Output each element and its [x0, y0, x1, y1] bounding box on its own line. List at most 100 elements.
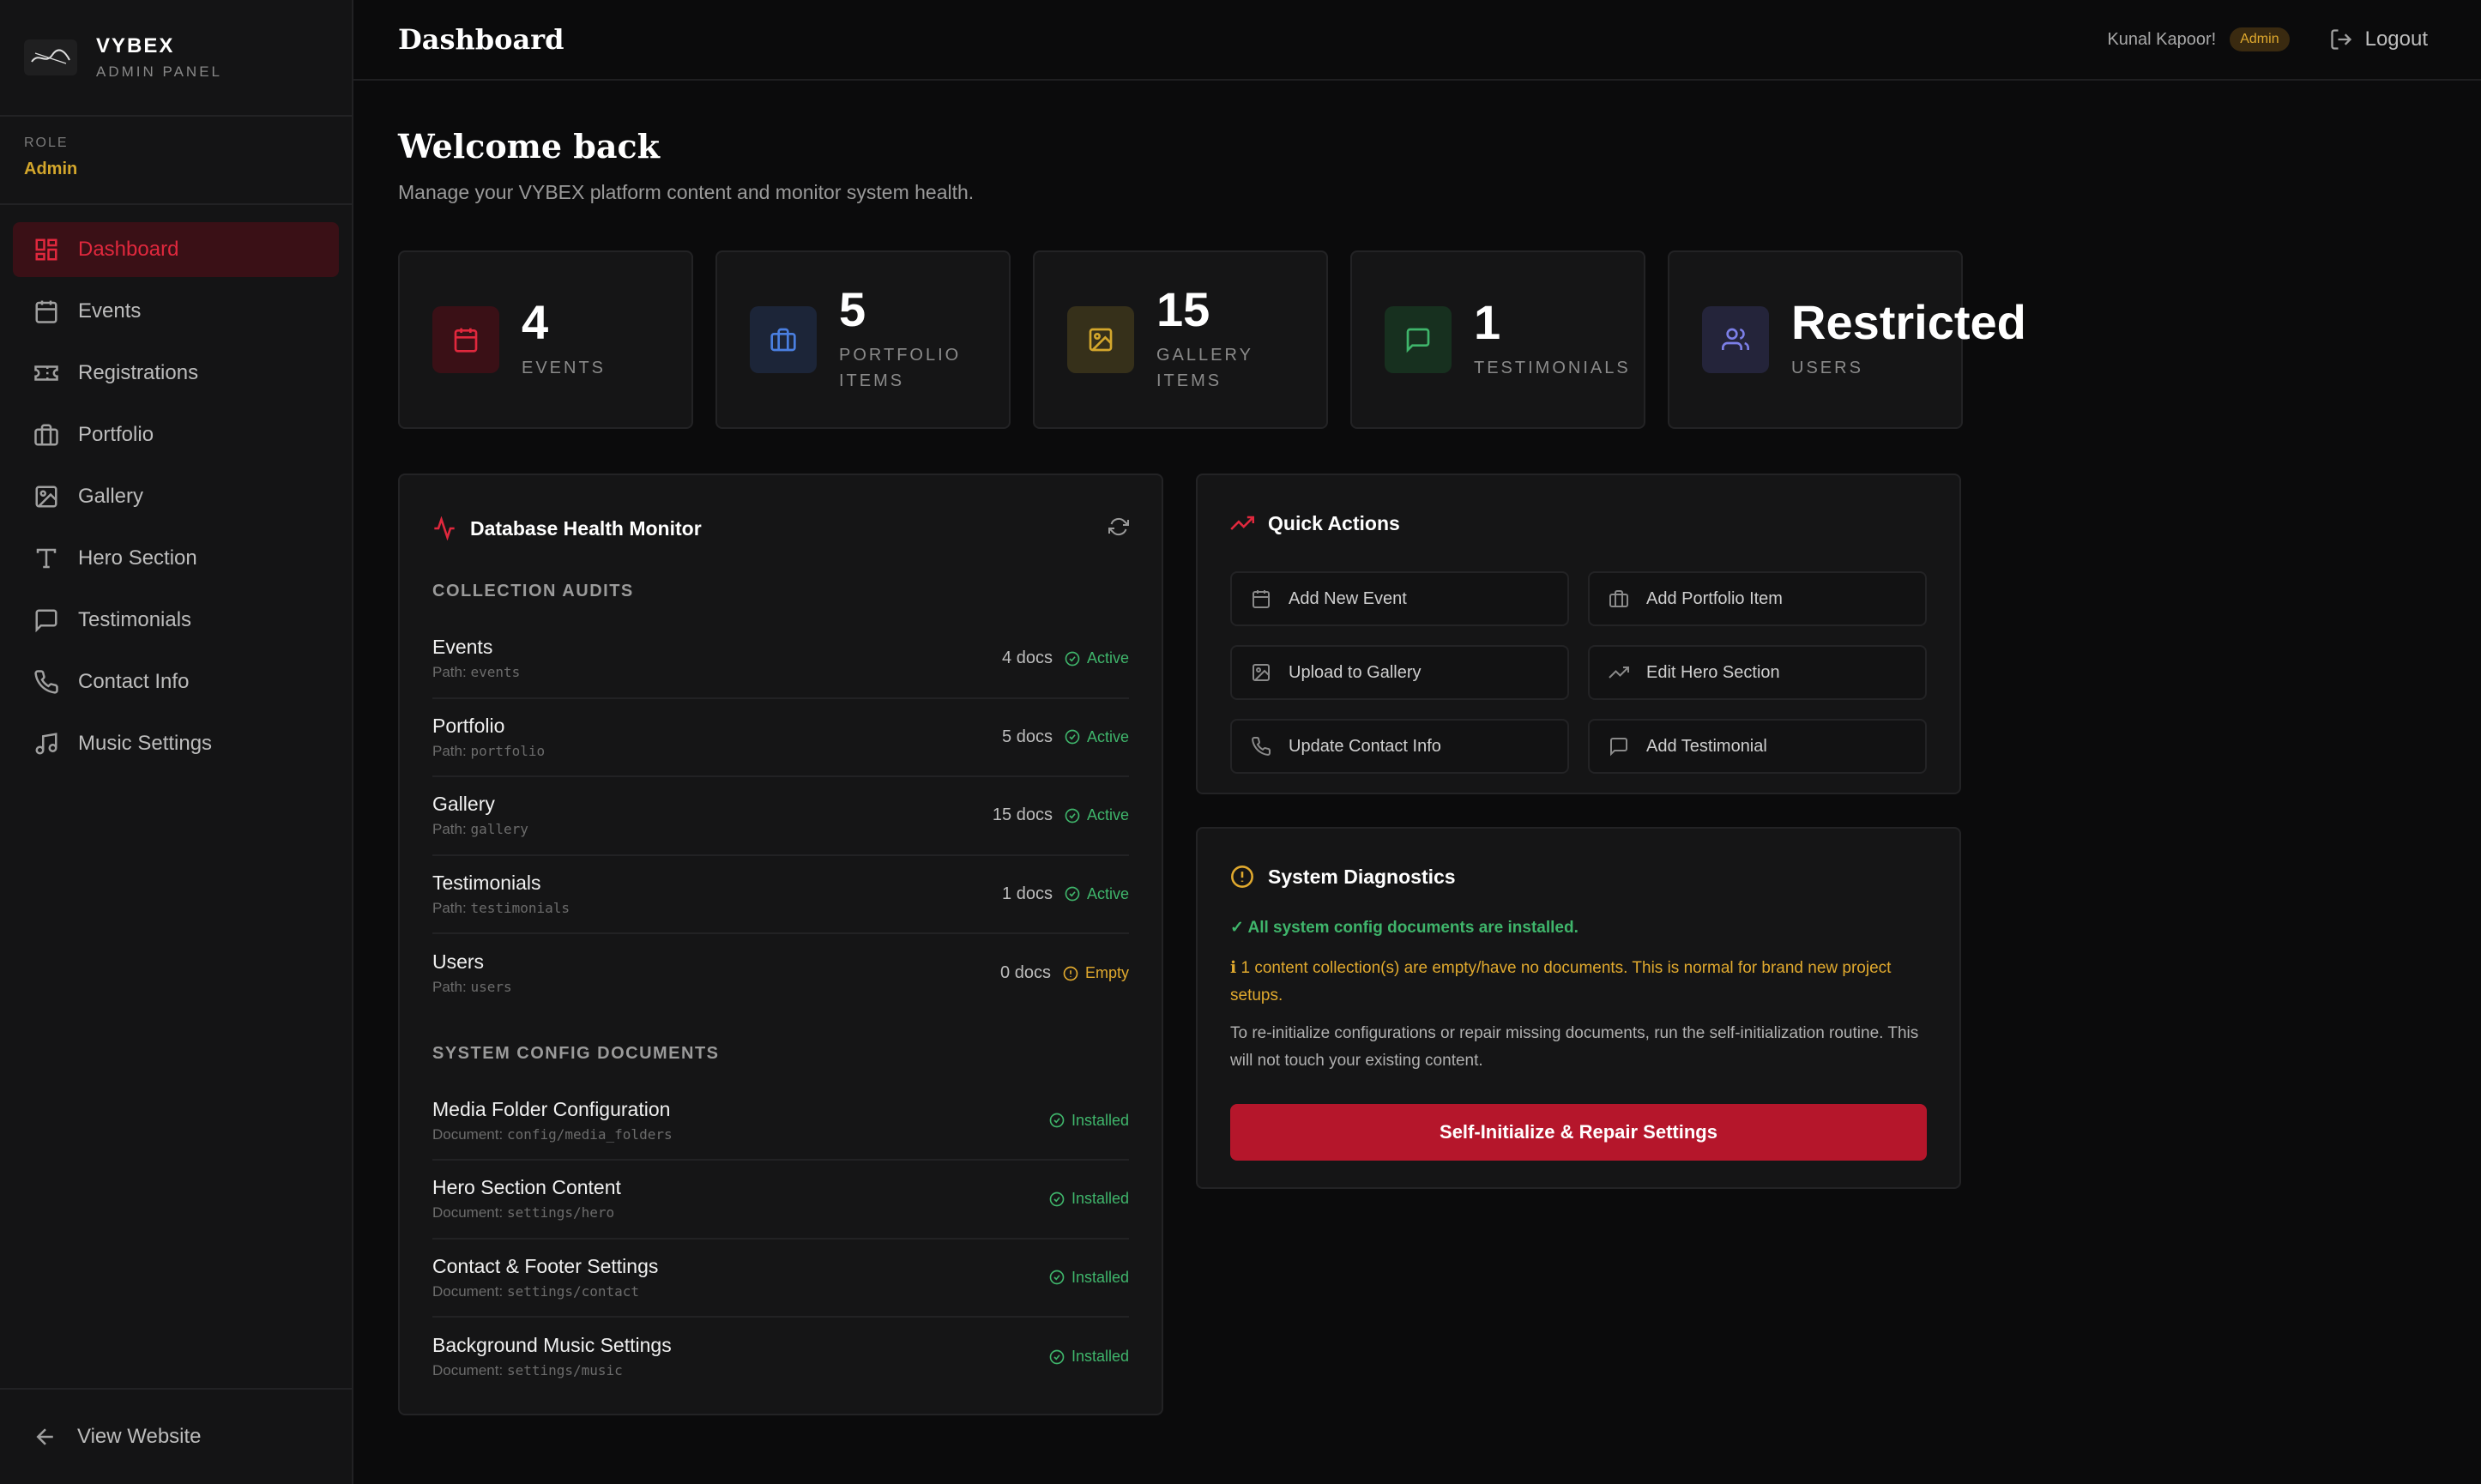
item-path-prefix: Path:: [432, 899, 467, 916]
stat-card-events: 4 EVENTS: [398, 250, 693, 429]
diagnostics-ok-message: ✓ All system config documents are instal…: [1230, 919, 1579, 937]
sidebar-item-music-settings[interactable]: Music Settings: [13, 716, 339, 771]
sidebar-item-label: Contact Info: [78, 670, 190, 693]
item-doc-prefix: Document:: [432, 1204, 504, 1222]
alert-circle-icon: [1231, 866, 1253, 888]
sidebar-item-portfolio[interactable]: Portfolio: [13, 407, 339, 462]
stat-label: GALLERY ITEMS: [1156, 346, 1253, 390]
sidebar-item-dashboard[interactable]: Dashboard: [13, 222, 339, 277]
logout-icon: [2330, 29, 2351, 50]
item-name: Hero Section Content: [432, 1176, 621, 1199]
item-path-prefix: Path:: [432, 664, 467, 681]
item-name: Portfolio: [432, 714, 505, 737]
button-label: Upload to Gallery: [1289, 662, 1422, 682]
item-name: Contact & Footer Settings: [432, 1254, 659, 1277]
item-name: Background Music Settings: [432, 1334, 672, 1357]
check-circle-icon: [1065, 651, 1080, 667]
upload-to-gallery-button[interactable]: Upload to Gallery: [1230, 645, 1569, 700]
item-path: testimonials: [470, 899, 570, 916]
stats-row: 4 EVENTS 5 PORTFOLIO ITEMS 15 GALLERY IT…: [398, 250, 2436, 429]
sidebar-item-hero-section[interactable]: Hero Section: [13, 531, 339, 586]
list-item: Users Path: users 0 docs Empty: [432, 934, 1129, 1013]
item-doc: config/media_folders: [506, 1125, 673, 1143]
sidebar-item-events[interactable]: Events: [13, 284, 339, 339]
sidebar-item-label: Testimonials: [78, 608, 192, 631]
sidebar-item-label: Dashboard: [78, 238, 179, 261]
sidebar-item-label: Portfolio: [78, 423, 154, 446]
update-contact-info-button[interactable]: Update Contact Info: [1230, 719, 1569, 774]
button-label: Add Testimonial: [1646, 736, 1767, 756]
stat-label: USERS: [1791, 359, 1863, 377]
list-item: Portfolio Path: portfolio 5 docs Active: [432, 699, 1129, 777]
stat-icon-box: [750, 306, 817, 373]
status-text: Active: [1086, 649, 1129, 667]
stat-label: PORTFOLIO ITEMS: [839, 346, 962, 390]
sidebar-item-testimonials[interactable]: Testimonials: [13, 593, 339, 648]
edit-hero-section-button[interactable]: Edit Hero Section: [1588, 645, 1927, 700]
self-initialize-repair-button[interactable]: Self-Initialize & Repair Settings: [1230, 1104, 1927, 1161]
status-badge: Active: [1065, 885, 1129, 903]
list-item: Media Folder Configuration Document: conf…: [432, 1083, 1129, 1161]
database-health-card: Database Health Monitor COLLECTION AUDIT…: [398, 474, 1163, 1415]
type-icon: [36, 548, 57, 569]
item-name: Media Folder Configuration: [432, 1097, 671, 1120]
doc-count: 15 docs: [992, 805, 1053, 825]
sidebar-item-label: Events: [78, 299, 142, 323]
add-testimonial-button[interactable]: Add Testimonial: [1588, 719, 1927, 774]
brand-name: VYBEX: [96, 34, 175, 57]
button-label: Update Contact Info: [1289, 736, 1441, 756]
sidebar-item-label: Gallery: [78, 485, 144, 508]
arrow-left-icon: [36, 1428, 53, 1445]
stat-icon-box: [1385, 306, 1452, 373]
refresh-button[interactable]: [1108, 516, 1129, 541]
view-website-link[interactable]: View Website: [0, 1388, 352, 1484]
message-icon: [1406, 328, 1430, 353]
item-path-prefix: Path:: [432, 979, 467, 996]
status-text: Active: [1086, 806, 1129, 824]
item-doc-prefix: Document:: [432, 1125, 504, 1143]
status-text: Installed: [1071, 1190, 1129, 1208]
section-label: SYSTEM CONFIG DOCUMENTS: [432, 1043, 720, 1063]
sidebar-item-registrations[interactable]: Registrations: [13, 346, 339, 401]
add-portfolio-item-button[interactable]: Add Portfolio Item: [1588, 571, 1927, 626]
check-circle-icon: [1049, 1191, 1065, 1207]
sidebar-item-label: Music Settings: [78, 732, 213, 755]
doc-count: 4 docs: [1002, 648, 1053, 668]
status-badge: Installed: [1049, 1112, 1129, 1130]
stat-value: Restricted: [1791, 295, 2026, 349]
add-new-event-button[interactable]: Add New Event: [1230, 571, 1569, 626]
stat-value: 15: [1156, 282, 1210, 336]
status-badge: Active: [1065, 728, 1129, 746]
logout-button[interactable]: Logout: [2329, 27, 2428, 51]
stat-value: 4: [522, 295, 549, 349]
brand-logo: [24, 39, 77, 75]
item-doc: settings/hero: [506, 1204, 615, 1222]
welcome-subtitle: Manage your VYBEX platform content and m…: [398, 181, 975, 203]
item-doc-prefix: Document:: [432, 1362, 504, 1379]
music-icon: [35, 733, 57, 755]
item-path-prefix: Path:: [432, 821, 467, 838]
user-name: Kunal Kapoor!: [2107, 29, 2217, 49]
item-path: users: [470, 979, 512, 996]
status-text: Empty: [1084, 964, 1129, 982]
button-label: Add Portfolio Item: [1646, 588, 1783, 608]
phone-icon: [1252, 736, 1271, 756]
check-circle-icon: [1065, 729, 1080, 745]
list-item: Contact & Footer Settings Document: setti…: [432, 1240, 1129, 1318]
check-circle-icon: [1049, 1113, 1065, 1128]
status-badge: Installed: [1049, 1348, 1129, 1366]
list-item: Testimonials Path: testimonials 1 docs Act…: [432, 856, 1129, 934]
sidebar-item-gallery[interactable]: Gallery: [13, 469, 339, 524]
stat-card-users: Restricted USERS: [1668, 250, 2026, 429]
content: Welcome back Manage your VYBEX platform …: [353, 81, 2481, 1462]
sidebar-item-contact-info[interactable]: Contact Info: [13, 655, 339, 709]
stat-value: 1: [1474, 295, 1501, 349]
item-path: events: [470, 664, 521, 681]
role-badge: Admin: [2230, 27, 2290, 51]
item-name: Gallery: [432, 793, 495, 816]
item-doc-prefix: Document:: [432, 1282, 504, 1300]
view-website-label: View Website: [77, 1425, 202, 1448]
collections-list: Events Path: events 4 docs Active Portfoli…: [432, 620, 1129, 1013]
users-icon: [1722, 328, 1749, 350]
briefcase-icon: [1609, 590, 1628, 607]
